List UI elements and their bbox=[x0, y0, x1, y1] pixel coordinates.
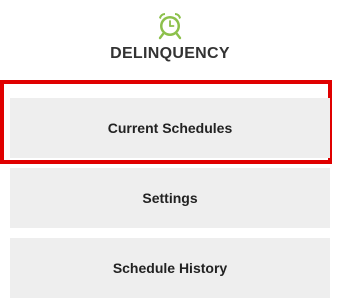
app-title: DELINQUENCY bbox=[110, 45, 230, 62]
alarm-clock-icon bbox=[155, 10, 185, 40]
settings-button[interactable]: Settings bbox=[10, 168, 330, 228]
schedule-history-button[interactable]: Schedule History bbox=[10, 238, 330, 298]
app-header: DELINQUENCY bbox=[0, 10, 340, 66]
current-schedules-button[interactable]: Current Schedules bbox=[10, 98, 330, 158]
